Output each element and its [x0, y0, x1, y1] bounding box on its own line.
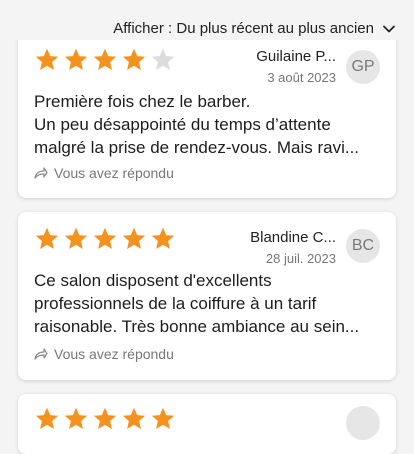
star-filled-icon [35, 227, 59, 249]
review-card[interactable]: Guilaine P... 3 août 2023 GP Première fo… [18, 28, 396, 198]
star-filled-icon [151, 407, 175, 429]
reply-link[interactable]: Vous avez répondu [34, 346, 174, 362]
star-filled-icon [93, 227, 117, 249]
star-filled-icon [122, 227, 146, 249]
review-text-line: Ce salon disposent d'excellents [34, 271, 272, 290]
review-date: 28 juil. 2023 [265, 251, 336, 266]
review-text: Première fois chez le barber. Un peu dés… [34, 90, 380, 159]
reply-arrow-icon [34, 348, 48, 360]
star-filled-icon [151, 227, 175, 249]
reply-label: Vous avez répondu [54, 165, 174, 181]
avatar [346, 406, 380, 440]
star-filled-icon [122, 407, 146, 429]
sort-bar: Afficher : Du plus récent au plus ancien [0, 0, 414, 40]
sort-label: Afficher : Du plus récent au plus ancien [113, 20, 374, 37]
review-text-line: Première fois chez le barber. [34, 92, 251, 111]
author-name: Guilaine P... [256, 48, 336, 65]
star-filled-icon [64, 227, 88, 249]
review-text-line: Un peu désappointé du temps d’attente [34, 115, 331, 134]
review-text: Ce salon disposent d'excellents professi… [34, 269, 380, 338]
star-filled-icon [122, 48, 146, 70]
review-author: Blandine C... 28 juil. 2023 [250, 229, 336, 267]
review-card[interactable] [18, 394, 396, 454]
review-text-line: professionnels de la coiffure à un tarif [34, 294, 317, 313]
star-rating [34, 226, 176, 252]
reply-arrow-icon [34, 167, 48, 179]
star-empty-icon [151, 48, 175, 70]
review-card[interactable]: Blandine C... 28 juil. 2023 BC Ce salon … [18, 212, 396, 380]
review-text-line: raisonable. Très bonne ambiance au sein.… [34, 317, 360, 336]
sort-dropdown[interactable]: Afficher : Du plus récent au plus ancien [113, 20, 396, 37]
star-filled-icon [35, 407, 59, 429]
star-filled-icon [93, 48, 117, 70]
star-filled-icon [93, 407, 117, 429]
reply-label: Vous avez répondu [54, 346, 174, 362]
chevron-down-icon [383, 25, 395, 32]
star-rating [34, 47, 176, 73]
review-date: 3 août 2023 [267, 70, 336, 85]
reply-link[interactable]: Vous avez répondu [34, 165, 174, 181]
author-name: Blandine C... [250, 229, 336, 246]
star-rating [34, 406, 176, 432]
star-filled-icon [64, 48, 88, 70]
avatar: GP [346, 50, 380, 84]
star-filled-icon [64, 407, 88, 429]
star-filled-icon [35, 48, 59, 70]
avatar: BC [346, 229, 380, 263]
review-text-line: malgré la prise de rendez-vous. Mais rav… [34, 138, 360, 157]
review-author: Guilaine P... 3 août 2023 [256, 48, 336, 86]
